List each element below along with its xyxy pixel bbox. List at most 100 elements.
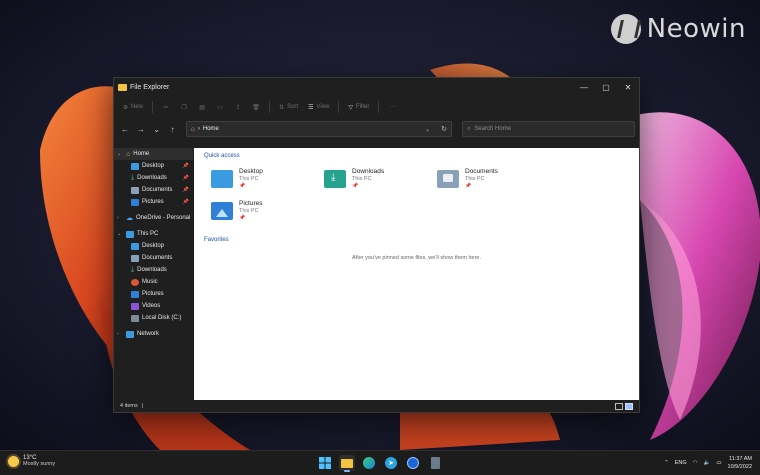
address-bar[interactable]: ⌂ › Home ⌄ ↻ [185, 121, 452, 137]
rename-button[interactable]: ▭ [213, 100, 227, 114]
sidebar-item-pc-desktop[interactable]: Desktop [114, 240, 193, 252]
pin-icon: 📌 [182, 187, 189, 193]
sidebar-item-home[interactable]: ⌄ ⌂ Home [114, 148, 193, 160]
trash-icon: 🗑 [252, 104, 260, 111]
weather-widget[interactable]: 13°C Mostly sunny [8, 455, 55, 467]
status-bar: 4 items | [114, 400, 639, 412]
sort-button[interactable]: ⇅ Sort [276, 100, 301, 114]
quick-access-heading[interactable]: Quick access [204, 153, 240, 159]
search-input[interactable]: ⌕ Search Home [462, 121, 635, 137]
clock[interactable]: 11:37 AM 10/9/2022 [728, 455, 752, 471]
sidebar-item-label: Home [133, 151, 150, 157]
sidebar-item-this-pc[interactable]: ⌄ This PC [114, 228, 193, 240]
divider [338, 101, 340, 113]
sidebar-item-videos[interactable]: Videos [114, 300, 193, 312]
title-bar[interactable]: File Explorer — ▢ ✕ [114, 78, 639, 96]
quick-access-tile-pictures[interactable]: Pictures This PC 📌 [211, 200, 262, 221]
address-dropdown-button[interactable]: ⌄ [425, 126, 430, 133]
sidebar-item-music[interactable]: Music [114, 276, 193, 288]
cloud-icon: ☁ [126, 215, 133, 222]
tile-name: Pictures [239, 200, 263, 207]
details-view-button[interactable] [615, 402, 623, 410]
folder-icon [341, 458, 353, 468]
share-button[interactable]: ⇪ [231, 100, 245, 114]
weather-condition: Mostly sunny [23, 461, 56, 467]
up-button[interactable]: ↑ [166, 122, 180, 136]
home-icon: ⌂ [190, 125, 195, 133]
tile-name: Downloads [352, 168, 385, 175]
sidebar-item-pc-documents[interactable]: Documents [114, 252, 193, 264]
keyhole-icon [407, 457, 419, 469]
recent-locations-button[interactable]: ⌄ [150, 122, 164, 136]
new-button[interactable]: ⊕ New [120, 100, 146, 114]
battery-icon[interactable]: ▭ [716, 460, 721, 466]
view-toggle [615, 402, 633, 410]
sidebar-item-pictures[interactable]: Pictures 📌 [114, 196, 193, 208]
pin-icon: 📌 [352, 183, 359, 189]
maximize-button[interactable]: ▢ [595, 78, 617, 96]
address-text: Home [202, 126, 219, 132]
chevron-down-icon: ⌄ [117, 231, 122, 237]
clock-date: 10/9/2022 [727, 464, 752, 470]
edge-taskbar-button[interactable] [361, 455, 377, 471]
quick-access-tile-downloads[interactable]: ⤓ Downloads This PC 📌 [324, 168, 384, 189]
minimize-button[interactable]: — [573, 78, 595, 96]
paste-button[interactable]: ▤ [195, 100, 209, 114]
download-arrow-icon: ⤓ [131, 266, 135, 273]
delete-button[interactable]: 🗑 [249, 100, 263, 114]
copy-icon: ❐ [181, 104, 187, 111]
refresh-button[interactable]: ↻ [441, 125, 447, 133]
sidebar-item-local-disk[interactable]: Local Disk (C:) [114, 312, 193, 324]
quick-access-tile-desktop[interactable]: Desktop This PC 📌 [211, 168, 263, 189]
telegram-taskbar-button[interactable]: ➤ [383, 455, 399, 471]
language-indicator[interactable]: ENG [675, 460, 687, 466]
pictures-icon [131, 290, 139, 298]
sort-label: Sort [287, 104, 299, 110]
copy-button[interactable]: ❐ [177, 100, 191, 114]
password-manager-taskbar-button[interactable] [405, 455, 421, 471]
search-placeholder: Search Home [474, 126, 512, 132]
view-button[interactable]: ☰ View [305, 100, 332, 114]
favorites-heading[interactable]: Favorites [204, 237, 229, 243]
divider [378, 101, 380, 113]
tile-location: This PC [352, 176, 372, 182]
computer-icon [126, 230, 134, 238]
view-label: View [316, 104, 330, 110]
tiles-view-button[interactable] [625, 402, 633, 410]
close-button[interactable]: ✕ [617, 78, 639, 96]
calculator-taskbar-button[interactable] [427, 455, 443, 471]
command-bar: ⊕ New ✂ ❐ ▤ ▭ ⇪ 🗑 ⇅ Sort ☰ View ▽ Filter… [114, 96, 639, 118]
chevron-down-icon: ⌄ [117, 151, 122, 157]
sidebar-item-pc-downloads[interactable]: ⤓ Downloads [114, 264, 193, 276]
downloads-folder-icon: ⤓ [324, 170, 346, 188]
sidebar-item-downloads[interactable]: ⤓ Downloads 📌 [114, 172, 193, 184]
new-label: New [131, 104, 144, 110]
sidebar-item-label: Local Disk (C:) [142, 315, 182, 321]
sidebar-item-onedrive[interactable]: › ☁ OneDrive - Personal [114, 212, 193, 224]
sidebar-item-label: Videos [142, 303, 161, 309]
sidebar-item-documents[interactable]: Documents 📌 [114, 184, 193, 196]
document-page-icon [443, 174, 453, 182]
file-explorer-taskbar-button[interactable] [339, 455, 355, 472]
filter-button[interactable]: ▽ Filter [345, 100, 372, 114]
sidebar-item-network[interactable]: › Network [114, 328, 193, 340]
sidebar-item-desktop[interactable]: Desktop 📌 [114, 160, 193, 172]
navigation-row: ← → ⌄ ↑ ⌂ › Home ⌄ ↻ ⌕ Search Home [114, 118, 639, 140]
navigation-pane: ⌄ ⌂ Home Desktop 📌 ⤓ Downloads 📌 Documen… [114, 148, 193, 398]
divider [269, 101, 271, 113]
cut-button[interactable]: ✂ [159, 100, 173, 114]
scissors-icon: ✂ [163, 104, 169, 111]
more-options-button[interactable]: ··· [385, 100, 399, 114]
sidebar-item-pc-pictures[interactable]: Pictures [114, 288, 193, 300]
quick-access-tile-documents[interactable]: Documents This PC 📌 [437, 168, 498, 189]
back-button[interactable]: ← [118, 122, 132, 136]
search-icon: ⌕ [467, 125, 471, 132]
sidebar-item-label: Downloads [137, 175, 167, 181]
volume-icon[interactable]: 🔈 [703, 460, 710, 466]
pin-icon: 📌 [182, 163, 189, 169]
wifi-icon[interactable]: ◠ [693, 460, 698, 466]
pin-icon: 📌 [182, 199, 189, 205]
forward-button[interactable]: → [134, 122, 148, 136]
show-hidden-icons-button[interactable]: ⌃ [664, 460, 669, 466]
start-button[interactable] [317, 455, 333, 471]
